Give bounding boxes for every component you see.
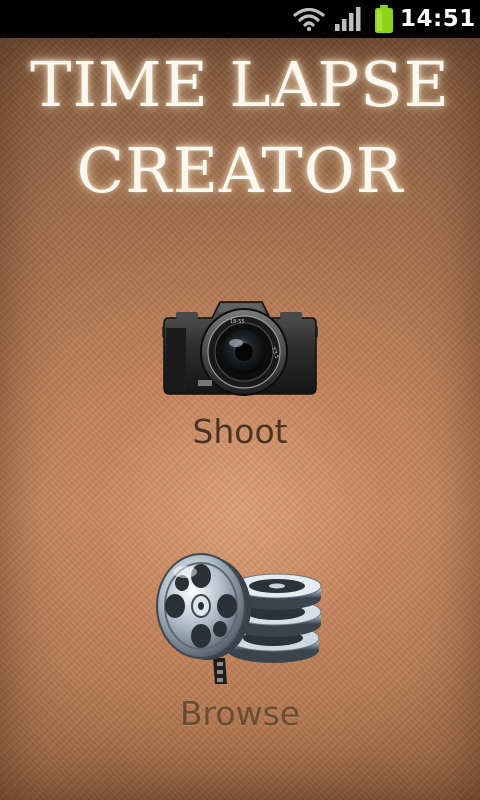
shoot-label: Shoot	[192, 412, 288, 451]
app-title-line-2: CREATOR	[76, 134, 404, 207]
status-clock: 14:51	[400, 6, 476, 32]
app-title-line-1: TIME LAPSE	[30, 48, 450, 121]
camera-icon: 18-55 f/3.5	[120, 284, 360, 400]
battery-icon	[374, 5, 394, 37]
shoot-button[interactable]: 18-55 f/3.5 Shoot	[120, 284, 360, 462]
status-bar: 14:51	[0, 0, 480, 38]
browse-button[interactable]: Browse	[120, 546, 360, 736]
film-reels-icon	[120, 546, 360, 686]
signal-icon	[335, 7, 361, 35]
app-screen: 14:51 TIME LAPSE CREATOR 18-55 f/3.5 Sho…	[0, 0, 480, 800]
app-title: TIME LAPSE CREATOR	[0, 42, 480, 214]
svg-text:18-55: 18-55	[230, 319, 245, 325]
wifi-icon	[293, 7, 325, 35]
main-screen: TIME LAPSE CREATOR 18-55 f/3.5 Shoot Bro…	[0, 38, 480, 800]
browse-label: Browse	[179, 694, 301, 733]
